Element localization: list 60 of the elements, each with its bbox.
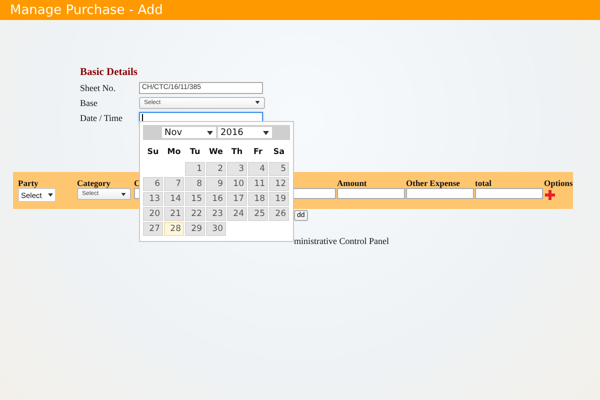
calendar-day[interactable]: 21 (164, 207, 184, 221)
calendar-day[interactable]: 16 (206, 192, 226, 206)
calendar-day[interactable]: 19 (269, 192, 289, 206)
caret-icon (48, 193, 53, 197)
page-title: Manage Purchase - Add (10, 2, 163, 18)
input-field[interactable] (337, 188, 405, 199)
calendar-day[interactable]: 30 (206, 222, 226, 236)
year-select[interactable]: 2016 (218, 127, 272, 138)
input-field[interactable] (406, 188, 474, 199)
calendar-day[interactable]: 11 (248, 177, 268, 191)
weekday-label: Tu (188, 146, 202, 158)
calendar-day[interactable]: 6 (143, 177, 163, 191)
add-icon[interactable] (545, 190, 555, 200)
calendar-day[interactable]: 10 (227, 177, 247, 191)
calendar-day[interactable]: 29 (185, 222, 205, 236)
calendar-day[interactable]: 25 (248, 207, 268, 221)
calendar-day[interactable]: 3 (227, 162, 247, 176)
weekday-label: Mo (166, 146, 182, 158)
weekday-label: Su (146, 146, 160, 158)
column-header: Options (544, 178, 573, 188)
calendar-day[interactable]: 15 (185, 192, 205, 206)
weekday-label: Sa (272, 146, 286, 158)
calendar-day[interactable]: 14 (164, 192, 184, 206)
calendar-day[interactable]: 5 (269, 162, 289, 176)
field-label: Sheet No. (80, 82, 116, 92)
column-header: Other Expense (406, 178, 460, 188)
input-field[interactable] (475, 188, 543, 199)
calendar-day[interactable]: 24 (227, 207, 247, 221)
calendar-day[interactable]: 23 (206, 207, 226, 221)
calendar-day[interactable]: 27 (143, 222, 163, 236)
calendar-day[interactable]: 12 (269, 177, 289, 191)
column-header: Party (18, 178, 38, 188)
calendar-day[interactable]: 8 (185, 177, 205, 191)
calendar-day[interactable]: 1 (185, 162, 205, 176)
calendar-day[interactable]: 26 (269, 207, 289, 221)
column-header: Amount (337, 178, 367, 188)
footer-text: ministrative Control Panel (294, 236, 389, 246)
field-label: Date / Time (80, 112, 124, 122)
column-header: total (475, 178, 492, 188)
calendar-day[interactable]: 4 (248, 162, 268, 176)
calendar-day[interactable]: 7 (164, 177, 184, 191)
weekday-label: Th (230, 146, 244, 158)
field-label: Base (80, 98, 98, 108)
calendar-day[interactable]: 20 (143, 207, 163, 221)
calendar-day[interactable]: 28 (164, 222, 184, 236)
column-header: Category (77, 178, 111, 188)
caret-icon (206, 130, 212, 134)
calendar-day[interactable]: 2 (206, 162, 226, 176)
weekday-label: We (208, 146, 224, 158)
calendar-day[interactable]: 13 (143, 192, 163, 206)
weekday-label: Fr (252, 146, 264, 158)
section-heading: Basic Details (80, 67, 138, 78)
calendar-day[interactable]: 17 (227, 192, 247, 206)
month-select[interactable]: Nov (162, 127, 216, 138)
caret-icon (262, 130, 268, 134)
calendar-day[interactable]: 9 (206, 177, 226, 191)
caret-icon (255, 101, 260, 104)
calendar-day[interactable]: 22 (185, 207, 205, 221)
caret-icon (121, 192, 126, 196)
calendar-day[interactable]: 18 (248, 192, 268, 206)
